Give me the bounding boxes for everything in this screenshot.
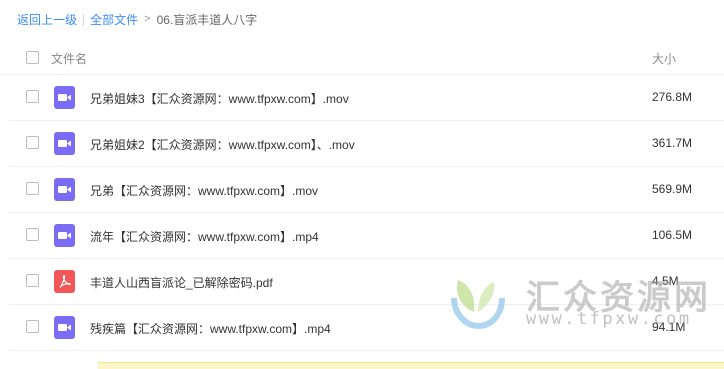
- column-header-name[interactable]: 文件名: [51, 50, 87, 67]
- file-name[interactable]: 丰道人山西盲派论_已解除密码.pdf: [90, 274, 273, 291]
- file-row[interactable]: 兄弟姐妹2【汇众资源网：www.tfpxw.com】、.mov 361.7M: [9, 121, 724, 167]
- row-checkbox[interactable]: [26, 90, 39, 103]
- file-name[interactable]: 残疾篇【汇众资源网：www.tfpxw.com】.mp4: [90, 320, 331, 337]
- file-row[interactable]: 残疾篇【汇众资源网：www.tfpxw.com】.mp4 94.1M: [9, 305, 724, 351]
- file-size: 276.8M: [652, 90, 693, 104]
- pdf-file-icon: [54, 270, 75, 293]
- breadcrumb: 返回上一级 | 全部文件 > 06.盲派丰道人八字: [17, 11, 257, 27]
- breadcrumb-divider: |: [82, 12, 86, 26]
- file-name[interactable]: 兄弟【汇众资源网：www.tfpxw.com】.mov: [90, 182, 318, 199]
- breadcrumb-arrow: >: [144, 13, 151, 25]
- file-row[interactable]: 流年【汇众资源网：www.tfpxw.com】.mp4 106.5M: [9, 213, 724, 259]
- video-file-icon: [54, 316, 75, 339]
- file-row[interactable]: 兄弟【汇众资源网：www.tfpxw.com】.mov 569.9M: [9, 167, 724, 213]
- column-header-size[interactable]: 大小: [652, 50, 676, 67]
- current-folder: 06.盲派丰道人八字: [156, 12, 258, 27]
- file-size: 569.9M: [652, 182, 693, 196]
- file-size: 361.7M: [652, 136, 693, 150]
- table-header: 文件名 大小: [0, 40, 724, 75]
- file-row[interactable]: 兄弟姐妹3【汇众资源网：www.tfpxw.com】.mov 276.8M: [9, 75, 724, 121]
- file-name[interactable]: 兄弟姐妹2【汇众资源网：www.tfpxw.com】、.mov: [90, 136, 355, 153]
- video-file-icon: [54, 178, 75, 201]
- back-link[interactable]: 返回上一级: [17, 11, 77, 28]
- all-files-link[interactable]: 全部文件: [90, 11, 138, 28]
- row-checkbox[interactable]: [26, 320, 39, 333]
- file-size: 4.5M: [652, 274, 679, 288]
- file-list: 兄弟姐妹3【汇众资源网：www.tfpxw.com】.mov 276.8M 兄弟…: [0, 75, 724, 351]
- file-name[interactable]: 流年【汇众资源网：www.tfpxw.com】.mp4: [90, 228, 319, 245]
- row-checkbox[interactable]: [26, 136, 39, 149]
- file-size: 106.5M: [652, 228, 693, 242]
- select-all-checkbox[interactable]: [26, 51, 39, 64]
- file-name[interactable]: 兄弟姐妹3【汇众资源网：www.tfpxw.com】.mov: [90, 90, 349, 107]
- file-size: 94.1M: [652, 320, 686, 334]
- row-checkbox[interactable]: [26, 182, 39, 195]
- video-file-icon: [54, 224, 75, 247]
- row-checkbox[interactable]: [26, 274, 39, 287]
- row-checkbox[interactable]: [26, 228, 39, 241]
- file-row[interactable]: 丰道人山西盲派论_已解除密码.pdf 4.5M: [9, 259, 724, 305]
- video-file-icon: [54, 86, 75, 109]
- video-file-icon: [54, 132, 75, 155]
